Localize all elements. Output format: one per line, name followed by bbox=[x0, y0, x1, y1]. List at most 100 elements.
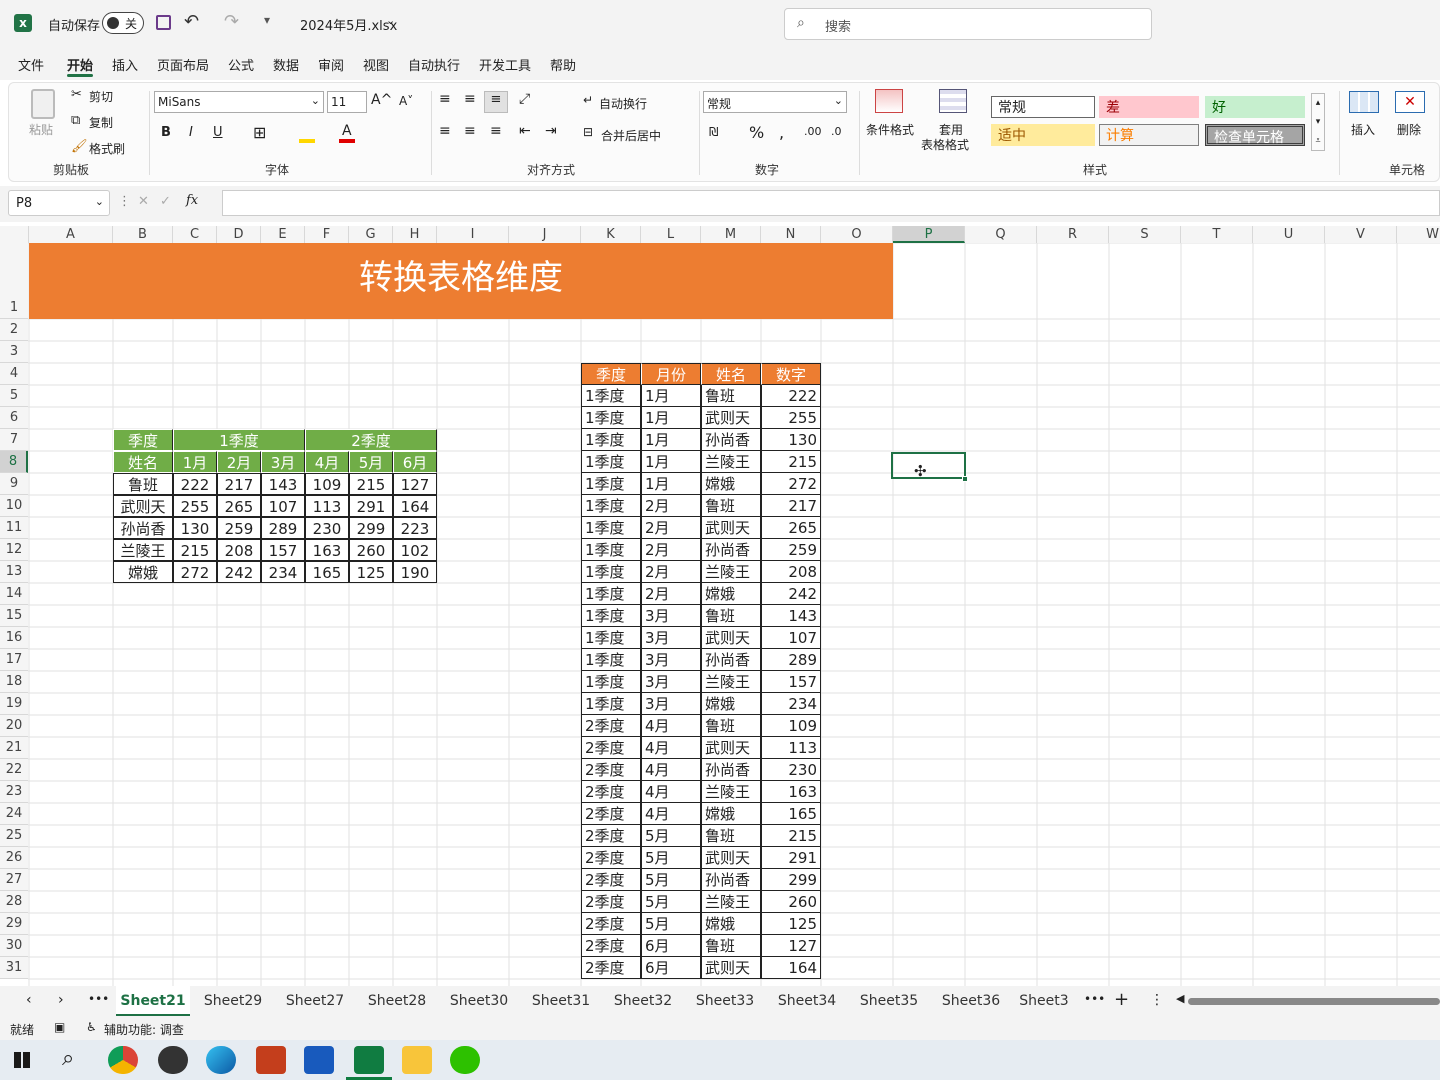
worksheet-grid[interactable]: ABCDEFGHIJKLMNOPQRSTUVW 1 2 3 4 5 6 7 8 9 10 11 12 1… bbox=[0, 226, 1440, 986]
align-left-icon[interactable]: ≡ bbox=[439, 123, 451, 139]
style-neutral[interactable]: 适中 bbox=[991, 124, 1095, 146]
row-header-5[interactable]: 5 bbox=[0, 385, 28, 407]
menu-review[interactable]: 审阅 bbox=[318, 55, 344, 74]
column-header-T[interactable]: T bbox=[1181, 226, 1253, 243]
conditional-format-button[interactable]: 条件格式 bbox=[866, 121, 914, 138]
fill-handle[interactable] bbox=[962, 476, 968, 482]
obs-icon[interactable] bbox=[158, 1046, 188, 1074]
menu-data[interactable]: 数据 bbox=[273, 55, 299, 74]
save-icon[interactable] bbox=[156, 15, 171, 30]
column-header-A[interactable]: A bbox=[29, 226, 113, 243]
column-header-U[interactable]: U bbox=[1253, 226, 1325, 243]
increase-indent-icon[interactable]: ⇥ bbox=[545, 123, 557, 139]
row-header-28[interactable]: 28 bbox=[0, 891, 28, 913]
column-header-K[interactable]: K bbox=[581, 226, 641, 243]
add-sheet-icon[interactable]: + bbox=[1114, 989, 1129, 1010]
sheet-tab-sheet31[interactable]: Sheet31 bbox=[524, 986, 598, 1016]
row-header-4[interactable]: 4 bbox=[0, 363, 28, 385]
row-header-9[interactable]: 9 bbox=[0, 473, 28, 495]
column-header-M[interactable]: M bbox=[701, 226, 761, 243]
column-header-R[interactable]: R bbox=[1037, 226, 1109, 243]
row-header-27[interactable]: 27 bbox=[0, 869, 28, 891]
search-icon[interactable]: ⌕ bbox=[62, 1046, 74, 1071]
table-format-button-line2[interactable]: 表格格式 bbox=[921, 136, 969, 153]
delete-cells-button[interactable]: 删除 bbox=[1397, 121, 1421, 138]
undo-icon[interactable]: ↶ bbox=[184, 11, 199, 32]
excel-icon[interactable] bbox=[354, 1046, 384, 1074]
menu-help[interactable]: 帮助 bbox=[550, 55, 576, 74]
align-right-icon[interactable]: ≡ bbox=[490, 123, 502, 139]
row-header-21[interactable]: 21 bbox=[0, 737, 28, 759]
more-icon[interactable]: ⋮ bbox=[118, 194, 131, 209]
sheet-tab-sheet30[interactable]: Sheet30 bbox=[442, 986, 516, 1016]
select-all-corner[interactable] bbox=[0, 226, 29, 243]
styles-scroll[interactable]: ▴ ▾ ⩡ bbox=[1311, 93, 1325, 151]
row-header-12[interactable]: 12 bbox=[0, 539, 28, 561]
style-good[interactable]: 好 bbox=[1205, 96, 1305, 118]
copy-button[interactable]: 复制 bbox=[89, 114, 113, 131]
menu-insert[interactable]: 插入 bbox=[112, 55, 138, 74]
row-header-2[interactable]: 2 bbox=[0, 319, 28, 341]
autosave-toggle[interactable]: 关 bbox=[102, 12, 144, 34]
sheet-tab-sheet35[interactable]: Sheet35 bbox=[852, 986, 926, 1016]
column-header-F[interactable]: F bbox=[305, 226, 349, 243]
column-header-Q[interactable]: Q bbox=[965, 226, 1037, 243]
column-header-N[interactable]: N bbox=[761, 226, 821, 243]
search-box[interactable]: ⌕ 搜索 bbox=[784, 8, 1152, 40]
style-check-cell[interactable]: 检查单元格 bbox=[1205, 124, 1305, 146]
row-header-15[interactable]: 15 bbox=[0, 605, 28, 627]
comma-icon[interactable]: , bbox=[779, 123, 784, 142]
menu-view[interactable]: 视图 bbox=[363, 55, 389, 74]
row-header-26[interactable]: 26 bbox=[0, 847, 28, 869]
column-header-H[interactable]: H bbox=[393, 226, 437, 243]
next-sheet-icon[interactable]: › bbox=[58, 992, 64, 1008]
align-middle-icon[interactable]: ≡ bbox=[464, 91, 476, 107]
row-header-8[interactable]: 8 bbox=[0, 451, 28, 473]
row-header-11[interactable]: 11 bbox=[0, 517, 28, 539]
wrap-text-button[interactable]: 自动换行 bbox=[599, 95, 647, 112]
font-name-select[interactable]: MiSans ⌄ bbox=[154, 91, 324, 113]
currency-icon[interactable]: ₪ bbox=[709, 125, 718, 139]
fill-color-icon[interactable] bbox=[299, 139, 315, 143]
sheet-tab-sheet28[interactable]: Sheet28 bbox=[360, 986, 434, 1016]
merge-center-button[interactable]: 合并后居中 bbox=[601, 127, 661, 144]
column-header-C[interactable]: C bbox=[173, 226, 217, 243]
sheet-tab-sheet27[interactable]: Sheet27 bbox=[278, 986, 352, 1016]
sheet-tab-sheet33[interactable]: Sheet33 bbox=[688, 986, 762, 1016]
row-header-18[interactable]: 18 bbox=[0, 671, 28, 693]
style-bad[interactable]: 差 bbox=[1099, 96, 1199, 118]
border-icon[interactable]: ⊞ bbox=[253, 123, 266, 142]
customize-qat-icon[interactable]: ▾ bbox=[264, 13, 270, 27]
chrome-icon[interactable] bbox=[108, 1046, 138, 1074]
word-icon[interactable] bbox=[304, 1046, 334, 1074]
chevron-down-icon[interactable]: ⌄ bbox=[386, 14, 395, 27]
increase-decimal-icon[interactable]: .00 bbox=[804, 125, 822, 138]
percent-icon[interactable]: % bbox=[749, 123, 764, 142]
column-header-E[interactable]: E bbox=[261, 226, 305, 243]
row-header-6[interactable]: 6 bbox=[0, 407, 28, 429]
orientation-icon[interactable]: ⤢ bbox=[519, 91, 530, 107]
cancel-icon[interactable]: ✕ bbox=[138, 194, 149, 209]
insert-cells-button[interactable]: 插入 bbox=[1351, 121, 1375, 138]
row-header-7[interactable]: 7 bbox=[0, 429, 28, 451]
column-header-P[interactable]: P bbox=[893, 226, 965, 243]
wechat-icon[interactable] bbox=[450, 1046, 480, 1074]
row-header-30[interactable]: 30 bbox=[0, 935, 28, 957]
menu-page-layout[interactable]: 页面布局 bbox=[157, 55, 209, 74]
edge-icon[interactable] bbox=[206, 1046, 236, 1074]
row-header-13[interactable]: 13 bbox=[0, 561, 28, 583]
row-header-24[interactable]: 24 bbox=[0, 803, 28, 825]
row-header-22[interactable]: 22 bbox=[0, 759, 28, 781]
row-header-1[interactable]: 1 bbox=[0, 243, 28, 319]
row-header-25[interactable]: 25 bbox=[0, 825, 28, 847]
italic-icon[interactable]: I bbox=[189, 125, 193, 140]
column-header-S[interactable]: S bbox=[1109, 226, 1181, 243]
font-size-select[interactable]: 11 bbox=[327, 91, 367, 113]
prev-sheet-icon[interactable]: ‹ bbox=[26, 992, 32, 1008]
row-header-20[interactable]: 20 bbox=[0, 715, 28, 737]
powerpoint-icon[interactable] bbox=[256, 1046, 286, 1074]
sheet-tab-sheet32[interactable]: Sheet32 bbox=[606, 986, 680, 1016]
row-header-16[interactable]: 16 bbox=[0, 627, 28, 649]
align-bottom-icon[interactable]: ≡ bbox=[484, 91, 508, 113]
column-header-O[interactable]: O bbox=[821, 226, 893, 243]
